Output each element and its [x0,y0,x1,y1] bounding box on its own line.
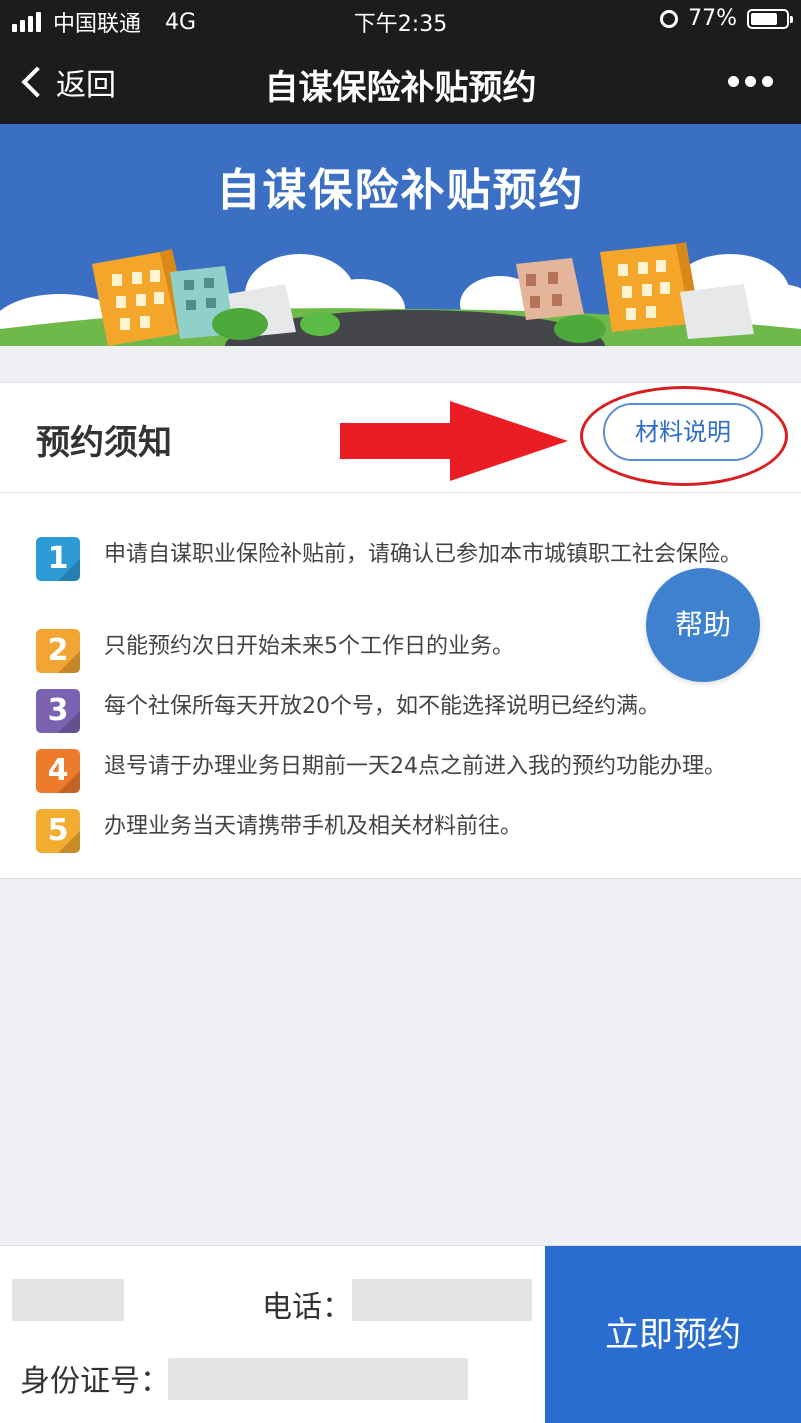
id-value-redacted [168,1358,468,1400]
list-item-text: 每个社保所每天开放20个号，如不能选择说明已经约满。 [104,694,660,719]
list-item: 5 办理业务当天请携带手机及相关材料前往。 [36,809,744,853]
status-bar: 中国联通 4G 下午2:35 77% [0,0,801,40]
list-item: 1 申请自谋职业保险补贴前，请确认已参加本市城镇职工社会保险。 [36,537,744,581]
banner-title: 自谋保险补贴预约 [216,165,585,216]
red-arrow-annotation [340,401,568,481]
list-item-text: 办理业务当天请携带手机及相关材料前往。 [104,814,523,839]
number-badge: 2 [36,629,80,673]
battery-percent: 77% [688,6,737,31]
phone-value-redacted [352,1279,532,1321]
list-item: 2 只能预约次日开始未来5个工作日的业务。 [36,629,744,673]
phone-label: 电话： [262,1290,352,1325]
notice-header: 预约须知 材料说明 [0,383,801,493]
list-item-text: 退号请于办理业务日期前一天24点之前进入我的预约功能办理。 [104,754,726,779]
list-item: 3 每个社保所每天开放20个号，如不能选择说明已经约满。 [36,689,744,733]
list-item: 4 退号请于办理业务日期前一天24点之前进入我的预约功能办理。 [36,749,744,793]
materials-button[interactable]: 材料说明 [603,403,763,461]
reserve-now-button[interactable]: 立即预约 [545,1246,801,1423]
alarm-clock-icon [660,9,679,28]
number-badge: 4 [36,749,80,793]
battery-icon [747,8,793,29]
bottom-bar: 电话： 身份证号： 立即预约 [0,1245,801,1423]
more-dots-icon[interactable] [728,76,773,87]
nav-title: 自谋保险补贴预约 [264,68,537,108]
banner: 自谋保险补贴预约 [0,124,801,346]
number-badge: 5 [36,809,80,853]
number-badge: 3 [36,689,80,733]
notice-heading: 预约须知 [36,423,172,463]
name-field-redacted [12,1279,124,1321]
help-button[interactable]: 帮助 [646,568,760,682]
nav-bar: 返回 自谋保险补贴预约 [0,40,801,124]
id-label: 身份证号： [20,1364,170,1399]
list-item-text: 申请自谋职业保险补贴前，请确认已参加本市城镇职工社会保险。 [104,542,743,567]
number-badge: 1 [36,537,80,581]
